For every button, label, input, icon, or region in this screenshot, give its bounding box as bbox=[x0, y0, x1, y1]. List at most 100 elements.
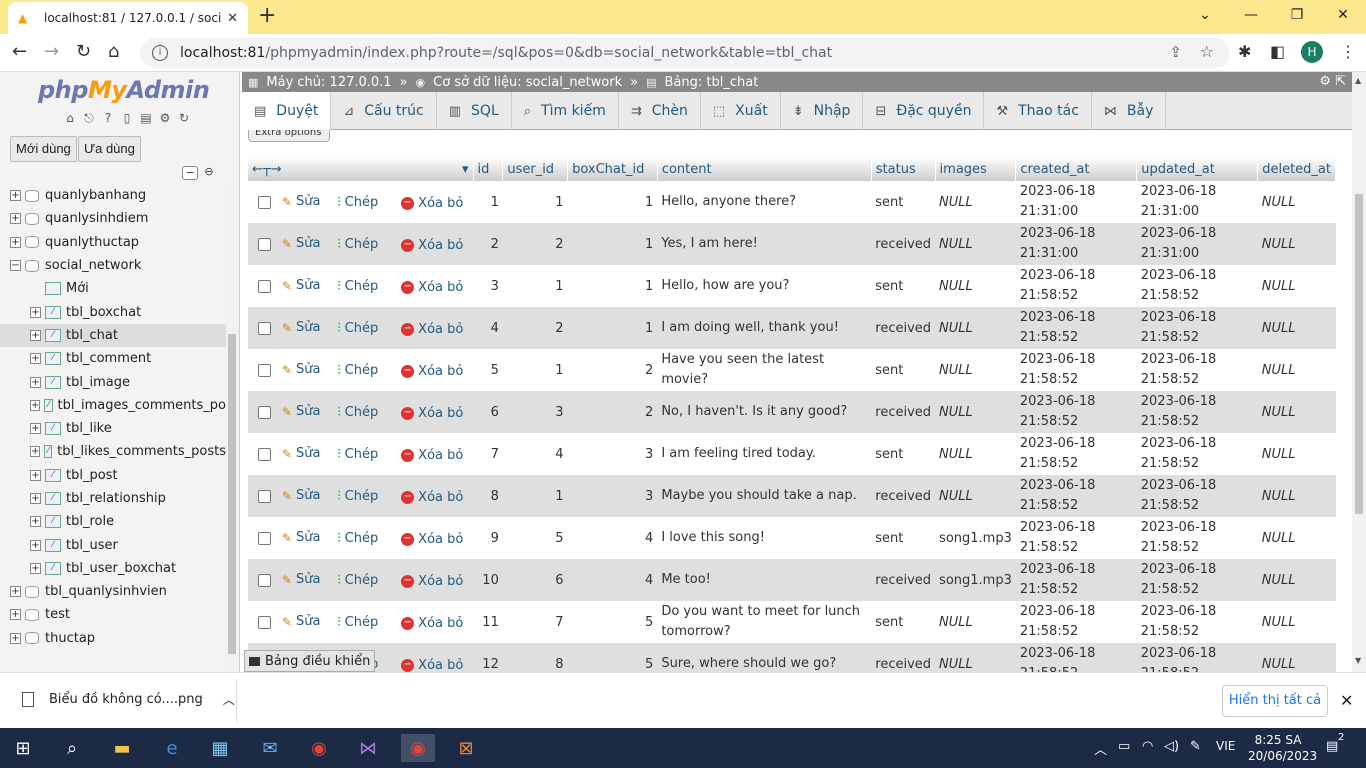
sidebar-table-item[interactable]: + ⁄ tbl_boxchat bbox=[0, 300, 226, 323]
col-status[interactable]: status bbox=[871, 157, 936, 181]
cell-id[interactable]: 1 bbox=[473, 181, 503, 223]
cell-user-id[interactable]: 1 bbox=[502, 181, 568, 223]
cell-content[interactable]: Me too! bbox=[657, 559, 872, 601]
cell-user-id[interactable]: 8 bbox=[502, 643, 568, 672]
copy-link[interactable]: ⫶Chép bbox=[338, 615, 379, 630]
cell-created-at[interactable]: 2023-06-1821:58:52 bbox=[1015, 265, 1137, 307]
expand-icon[interactable]: + bbox=[10, 190, 21, 202]
cell-boxchat-id[interactable]: 3 bbox=[567, 475, 658, 517]
home-icon[interactable]: ⌂ bbox=[62, 110, 78, 126]
cell-boxchat-id[interactable]: 1 bbox=[567, 223, 658, 265]
cell-id[interactable]: 4 bbox=[473, 307, 503, 349]
restore-icon[interactable]: ❐ bbox=[1274, 0, 1320, 30]
breadcrumb-table[interactable]: Bảng: tbl_chat bbox=[665, 75, 759, 90]
delete-link[interactable]: − Xóa bỏ bbox=[401, 658, 463, 672]
close-tab-icon[interactable]: ✕ bbox=[227, 11, 238, 26]
cell-content[interactable]: I love this song! bbox=[657, 517, 872, 559]
expand-icon[interactable]: + bbox=[10, 609, 21, 621]
cell-content[interactable]: I am feeling tired today. bbox=[657, 433, 872, 475]
expand-icon[interactable]: + bbox=[10, 586, 21, 598]
minimize-icon[interactable]: — bbox=[1228, 0, 1274, 30]
sidebar-table-item[interactable]: + ⁄ tbl_post bbox=[0, 464, 226, 487]
edit-link[interactable]: ✎Sửa bbox=[282, 572, 321, 587]
reload-icon[interactable]: ↻ bbox=[76, 41, 91, 63]
edit-link[interactable]: ✎Sửa bbox=[282, 446, 321, 461]
row-checkbox[interactable] bbox=[258, 321, 271, 335]
column-resize-icon[interactable]: ┬ bbox=[263, 162, 271, 177]
cell-id[interactable]: 9 bbox=[473, 517, 503, 559]
cell-created-at[interactable]: 2023-06-1821:58:52 bbox=[1015, 475, 1137, 517]
new-tab-icon[interactable]: + bbox=[258, 4, 276, 28]
edit-link[interactable]: ✎Sửa bbox=[282, 236, 321, 251]
breadcrumb-database[interactable]: Cơ sở dữ liệu: social_network bbox=[433, 75, 622, 90]
cell-id[interactable]: 11 bbox=[473, 601, 503, 643]
edit-link[interactable]: ✎Sửa bbox=[282, 404, 321, 419]
cell-deleted-at[interactable]: NULL bbox=[1257, 559, 1336, 601]
cell-deleted-at[interactable]: NULL bbox=[1257, 517, 1336, 559]
cell-status[interactable]: sent bbox=[871, 517, 936, 559]
tab-export[interactable]: ⬚ Xuất bbox=[701, 92, 781, 130]
sort-dropdown-icon[interactable]: ▾ bbox=[462, 162, 469, 177]
cell-user-id[interactable]: 7 bbox=[502, 601, 568, 643]
cell-user-id[interactable]: 2 bbox=[502, 223, 568, 265]
delete-link[interactable]: − Xóa bỏ bbox=[401, 448, 463, 463]
cell-created-at[interactable]: 2023-06-1821:58:52 bbox=[1015, 307, 1137, 349]
cell-boxchat-id[interactable]: 3 bbox=[567, 433, 658, 475]
row-checkbox[interactable] bbox=[258, 237, 271, 251]
cell-status[interactable]: received bbox=[871, 643, 936, 672]
extensions-icon[interactable]: ✱ bbox=[1238, 42, 1251, 61]
collapse-all-icon[interactable]: − bbox=[182, 166, 198, 180]
cell-boxchat-id[interactable]: 4 bbox=[567, 517, 658, 559]
cell-created-at[interactable]: 2023-06-1821:58:52 bbox=[1015, 433, 1137, 475]
col-user-id[interactable]: user_id bbox=[502, 157, 569, 181]
cell-content[interactable]: Have you seen the latest movie? bbox=[657, 349, 872, 391]
expand-icon[interactable]: + bbox=[30, 539, 41, 551]
cell-created-at[interactable]: 2023-06-1821:58:52 bbox=[1015, 349, 1137, 391]
cell-status[interactable]: received bbox=[871, 307, 936, 349]
visual-studio-icon[interactable]: ⋈ bbox=[354, 734, 382, 762]
cell-status[interactable]: sent bbox=[871, 181, 936, 223]
cell-boxchat-id[interactable]: 2 bbox=[567, 391, 658, 433]
pen-icon[interactable]: ✎ bbox=[1190, 739, 1201, 754]
expand-icon[interactable]: + bbox=[30, 376, 41, 388]
edit-link[interactable]: ✎Sửa bbox=[282, 320, 321, 335]
cell-boxchat-id[interactable]: 5 bbox=[567, 601, 658, 643]
cell-images[interactable]: NULL bbox=[935, 265, 1016, 307]
cell-id[interactable]: 8 bbox=[473, 475, 503, 517]
docs-icon[interactable]: ▯ bbox=[119, 110, 135, 126]
cell-id[interactable]: 6 bbox=[473, 391, 503, 433]
row-checkbox[interactable] bbox=[258, 279, 271, 293]
tab-sql[interactable]: ▥ SQL bbox=[437, 92, 512, 130]
sidebar-table-item[interactable]: + ⁄ tbl_images_comments_po bbox=[0, 394, 226, 417]
edit-link[interactable]: ✎Sửa bbox=[282, 362, 321, 377]
cell-images[interactable]: song1.mp3 bbox=[935, 517, 1016, 559]
notifications-icon[interactable]: ▤ bbox=[1326, 739, 1338, 754]
tab-browse[interactable]: ▤ Duyệt bbox=[242, 92, 332, 130]
cell-updated-at[interactable]: 2023-06-18 21:31:00 bbox=[1136, 223, 1258, 265]
row-checkbox[interactable] bbox=[258, 573, 271, 587]
row-checkbox[interactable] bbox=[258, 615, 271, 629]
cell-content[interactable]: Sure, where should we go? bbox=[657, 643, 872, 672]
site-info-icon[interactable]: i bbox=[152, 45, 168, 61]
cell-deleted-at[interactable]: NULL bbox=[1257, 265, 1336, 307]
clock[interactable]: 8:25 SA 20/06/2023 bbox=[1248, 732, 1317, 764]
delete-link[interactable]: − Xóa bỏ bbox=[401, 238, 463, 253]
favorite-tables-button[interactable]: Ưa dùng bbox=[78, 136, 141, 162]
volume-icon[interactable]: ◁) bbox=[1164, 739, 1179, 754]
copy-link[interactable]: ⫶Chép bbox=[338, 573, 379, 588]
tab-search[interactable]: ⌕ Tìm kiếm bbox=[512, 92, 619, 130]
phpmyadmin-logo[interactable]: phpMyAdmin bbox=[38, 76, 210, 104]
profile-avatar[interactable]: H bbox=[1301, 41, 1323, 63]
expand-icon[interactable]: + bbox=[30, 516, 41, 528]
help-icon[interactable]: ? bbox=[100, 110, 116, 126]
delete-link[interactable]: − Xóa bỏ bbox=[401, 616, 463, 631]
sidebar-db-item[interactable]: + tbl_quanlysinhvien bbox=[0, 580, 226, 603]
cell-user-id[interactable]: 1 bbox=[502, 349, 568, 391]
breadcrumb-server[interactable]: Máy chủ: 127.0.0.1 bbox=[266, 75, 391, 90]
cell-updated-at[interactable]: 2023-06-1821:58:52 bbox=[1136, 433, 1258, 475]
cell-boxchat-id[interactable]: 5 bbox=[567, 643, 658, 672]
sidebar-db-item[interactable]: + thuctap bbox=[0, 627, 226, 650]
settings-gear-icon[interactable]: ⚙ ⇱ bbox=[1319, 74, 1346, 89]
cell-id[interactable]: 2 bbox=[473, 223, 503, 265]
col-updated-at[interactable]: updated_at bbox=[1136, 157, 1259, 181]
